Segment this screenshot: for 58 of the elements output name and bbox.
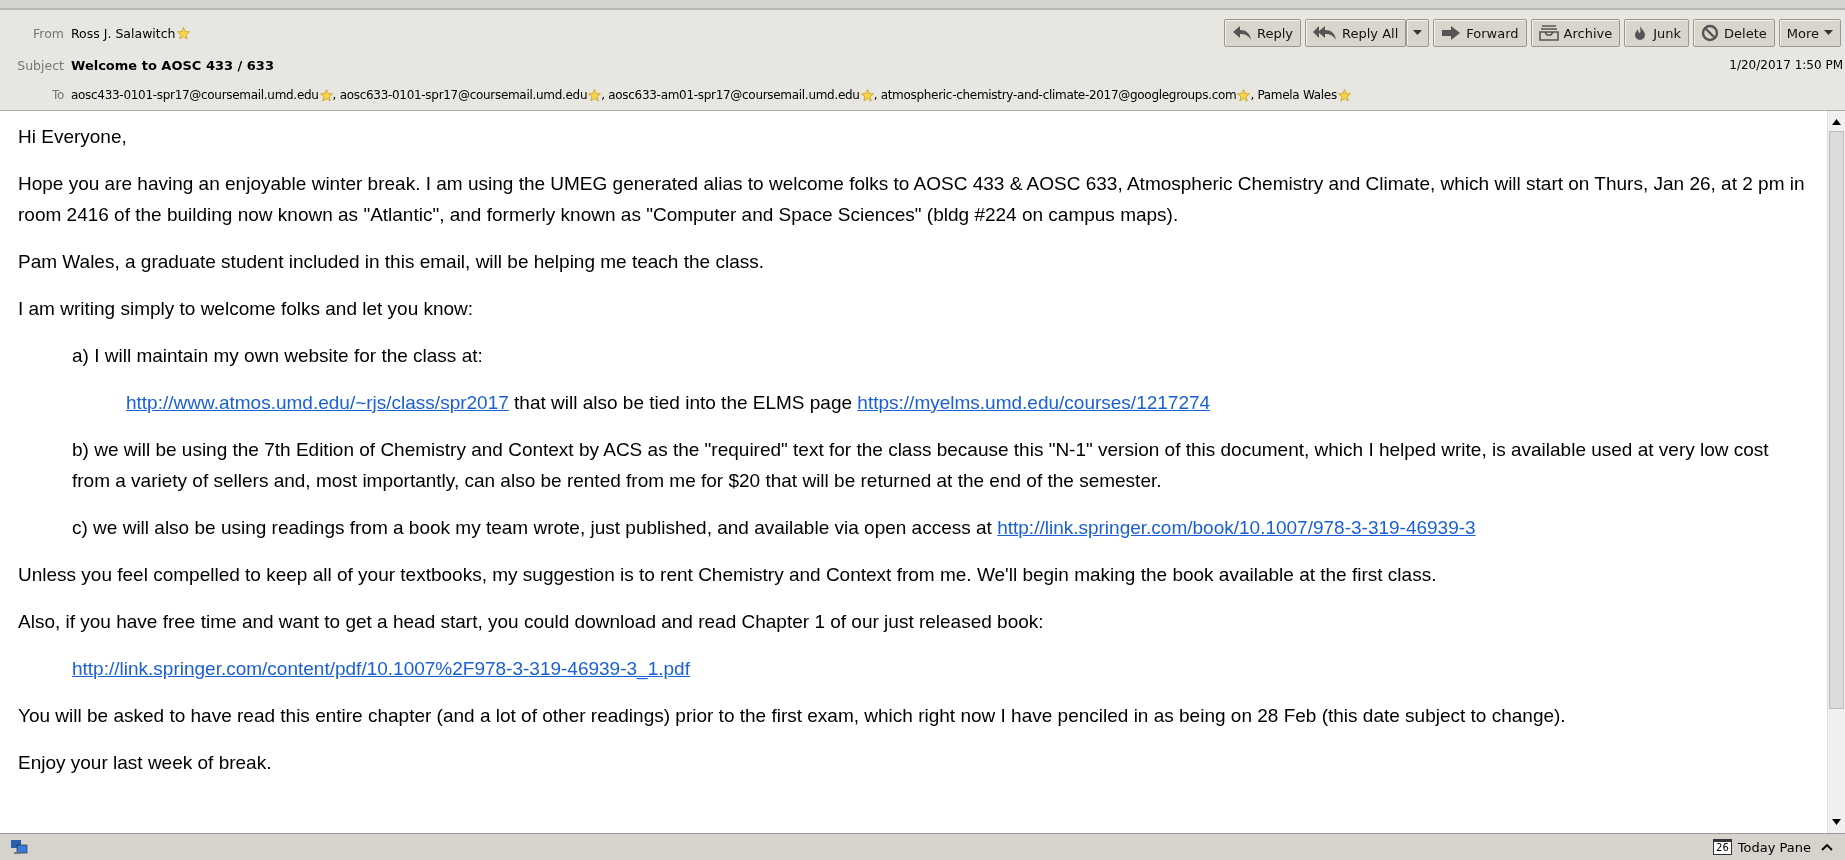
star-icon[interactable] [588,88,602,102]
reply-all-button[interactable]: Reply All [1305,19,1407,47]
paragraph: http://www.atmos.umd.edu/~rjs/class/spr2017 that will also be tied into the ELMS page https://myelms.umd.edu/courses/1217274 [126,391,1212,415]
star-icon[interactable] [1337,88,1351,102]
chevron-up-icon [1821,843,1833,851]
scrollbar[interactable] [1827,111,1845,833]
link[interactable]: https://myelms.umd.edu/courses/1217274 [857,392,1211,413]
paragraph: Also, if you have free time and want to get a head start, you could download and read Chapter 1 of our just released book: [18,610,1045,634]
more-button[interactable]: More [1778,19,1841,47]
caret-icon [1413,30,1423,36]
paragraph: Hi Everyone, [18,125,128,149]
prohibited-icon [1701,24,1720,42]
today-pane-toggle[interactable]: Today Pane [1737,839,1811,855]
paragraph: a) I will maintain my own website for the class at: [72,344,484,368]
link[interactable]: http://link.springer.com/book/10.1007/978-3-319-46939-3 [997,517,1476,538]
field-label: To [50,88,64,102]
recipient[interactable]: aosc633-0101-spr17@coursemail.umd.edu [339,88,588,102]
separator-comma: , [873,88,878,102]
recipient[interactable]: atmospheric-chemistry-and-climate-2017@googlegroups.com [880,88,1237,102]
scroll-down-icon [1832,819,1841,825]
reply-arrow-icon [1232,25,1252,41]
forward-button[interactable]: Forward [1433,19,1527,47]
paragraph: You will be asked to have read this entire chapter (and a lot of other readings) prior to the first exam, which right now I have penciled in as being on 28 Feb (this date subject to change). [18,704,1567,728]
subject-text: Welcome to AOSC 433 / 633 [71,57,274,73]
star-icon[interactable] [176,26,190,40]
sender-name[interactable]: Ross J. Salawitch [71,25,176,41]
recipient[interactable]: aosc433-0101-spr17@coursemail.umd.edu [71,88,319,102]
recipient[interactable]: Pamela Wales [1257,88,1337,102]
paragraph: Hope you are having an enjoyable winter break. I am using the UMEG generated alias to welcome folks to AOSC 433 & AOSC 633, Atmospheric Chemistry and Climate, which will start on Thurs, Jan 26, at 2 pm in room 2416 of the building now known as "Atlantic", and formerly known as "Computer and Space Sciences" (bldg #224 on campus maps). [18,172,1806,227]
scroll-up-icon [1832,119,1841,125]
archive-box-icon [1538,25,1559,41]
junk-button[interactable]: Junk [1624,19,1690,47]
separator-comma: , [332,88,337,102]
reply-button[interactable]: Reply [1224,19,1301,47]
date-text: 1/20/2017 1:50 PM [1729,58,1844,72]
separator-comma: , [601,88,605,102]
field-label: From [32,25,64,41]
paragraph: Enjoy your last week of break. [18,751,273,775]
star-icon[interactable] [319,88,333,102]
paragraph: Unless you feel compelled to keep all of your textbooks, my suggestion is to rent Chemistry and Context from me. We'll begin making the book available at the first class. [18,563,1438,587]
paragraph: c) we will also be using readings from a book my team wrote, just published, and available via open access at http://link.springer.com/book/10.1007/978-3-319-46939-3 [72,516,1477,540]
network-computers-icon [10,839,28,855]
delete-button[interactable]: Delete [1693,19,1775,47]
paragraph: Pam Wales, a graduate student included in this email, will be helping me teach the class. [18,250,765,274]
star-icon[interactable] [1237,88,1251,102]
paragraph: I am writing simply to welcome folks and let you know: [18,297,475,321]
star-icon[interactable] [860,88,874,102]
link[interactable]: http://link.springer.com/content/pdf/10.1007%2F978-3-319-46939-3_1.pdf [72,658,690,679]
separator-comma: , [1250,88,1254,102]
dropdown-button[interactable] [1406,19,1430,47]
paragraph: b) we will be using the 7th Edition of Chemistry and Context by ACS as the "required" text for the class because this "N-1" version of this document, which I helped write, is available used at very low cost from a variety of sellers and, most importantly, can also be rented from me for $20 that will be returned at the end of the semester. [72,438,1770,493]
reply-all-arrow-icon [1313,25,1337,41]
forward-arrow-icon [1441,25,1462,41]
calendar-icon: 26 [1713,839,1732,855]
recipient[interactable]: aosc633-am01-spr17@coursemail.umd.edu [608,88,860,102]
field-label: Subject [16,57,64,73]
archive-button[interactable]: Archive [1530,19,1621,47]
link[interactable]: http://www.atmos.umd.edu/~rjs/class/spr2017 [126,392,509,413]
